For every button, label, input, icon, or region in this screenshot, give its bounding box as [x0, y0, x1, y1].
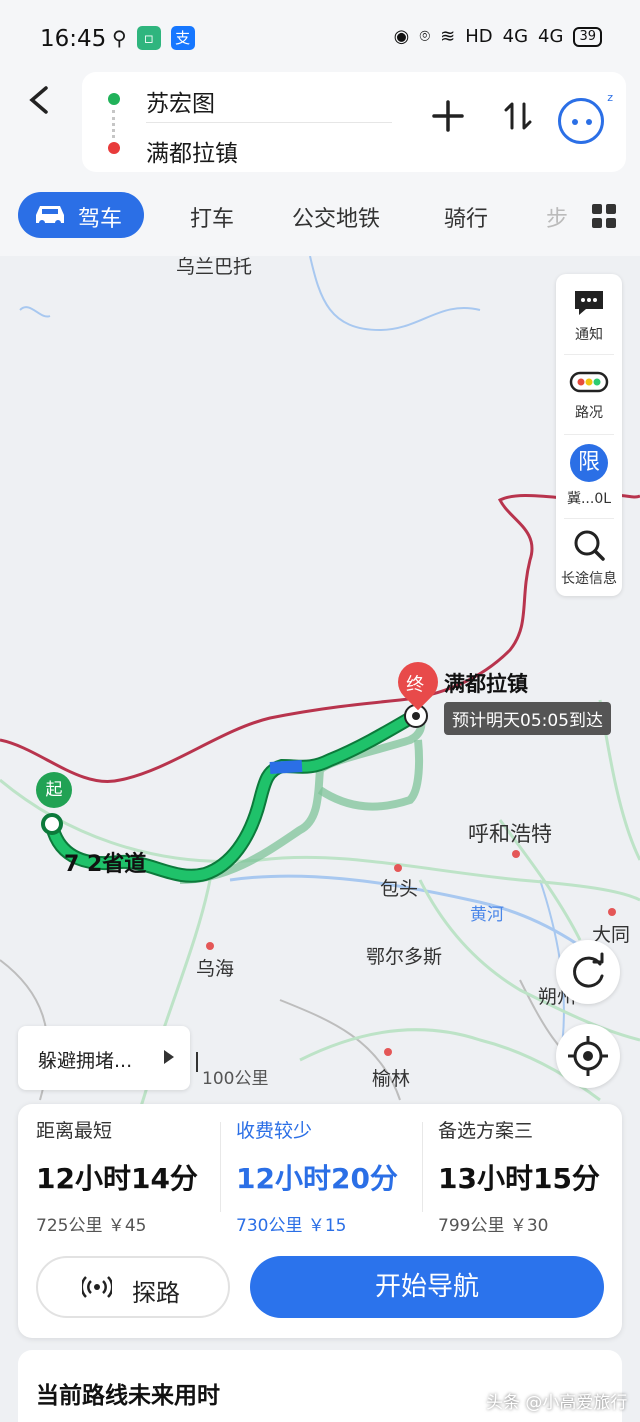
- signal-icon: 4G: [502, 26, 529, 47]
- network-type: HD: [465, 26, 493, 47]
- tab-drive-label: 驾车: [78, 207, 123, 232]
- restriction-icon: 限: [570, 444, 608, 482]
- city-label: 乌海: [196, 958, 235, 980]
- plan-meta: 725公里 ￥45: [36, 1216, 147, 1236]
- notice-label: 通知: [575, 327, 603, 343]
- notice-control[interactable]: 通知: [556, 288, 622, 344]
- add-waypoint-button[interactable]: [428, 98, 468, 142]
- long-trip-label: 长途信息: [561, 571, 617, 587]
- search-icon: ⚲: [112, 26, 127, 50]
- drop-icon: ◉: [393, 26, 410, 47]
- plus-icon: [432, 100, 464, 132]
- explore-route-button[interactable]: 探路: [36, 1256, 230, 1318]
- route-plans-sheet: 距离最短 12小时14分 725公里 ￥45 收费较少 12小时20分 730公…: [18, 1104, 622, 1338]
- plan-option-1[interactable]: 距离最短 12小时14分 725公里 ￥45: [36, 1116, 226, 1236]
- alipay-icon: 支: [170, 26, 195, 50]
- eta-tag: 预计明天05:05到达: [444, 702, 611, 735]
- origin-dot: [108, 93, 120, 105]
- plan-duration: 12小时20分: [236, 1162, 398, 1195]
- tab-cycling[interactable]: 骑行: [444, 201, 488, 233]
- route-header: 苏宏图 满都拉镇: [0, 70, 640, 180]
- restriction-label: 冀...0L: [566, 491, 612, 507]
- signal-icon-2: 4G: [538, 26, 564, 47]
- divider: [146, 122, 392, 123]
- map-side-controls: 通知 路况 限 冀...0L 长途信息: [556, 274, 622, 596]
- message-app-icon: ▫: [136, 26, 161, 50]
- status-bar: 16:45 ⚲ ▫ 支 ◉ ⌾ ≋ HD 4G 4G 39: [0, 0, 640, 78]
- future-time-title: 当前路线未来用时: [36, 1383, 220, 1409]
- plan-option-2[interactable]: 收费较少 12小时20分 730公里 ￥15: [236, 1116, 426, 1236]
- watermark: 头条 @小高爱旅行: [486, 1393, 628, 1413]
- radar-icon: [82, 1276, 112, 1298]
- swap-route-button[interactable]: [500, 100, 536, 140]
- chevron-left-icon: [29, 86, 48, 114]
- route-input-box: 苏宏图 满都拉镇: [82, 72, 626, 172]
- end-marker-label: 终: [406, 674, 425, 696]
- city-label: 榆林: [372, 1068, 411, 1090]
- battery-icon: 39: [573, 26, 602, 47]
- road-label: 7 2省道: [64, 852, 147, 877]
- plan-meta: 799公里 ￥30: [438, 1216, 549, 1236]
- refresh-icon: [573, 952, 604, 988]
- city-label: 呼和浩特: [468, 822, 552, 846]
- explore-label: 探路: [132, 1279, 180, 1307]
- destination-label: 满都拉镇: [444, 672, 528, 696]
- swap-icon: [504, 102, 532, 130]
- plan-duration: 12小时14分: [36, 1162, 198, 1195]
- tab-taxi[interactable]: 打车: [190, 201, 234, 233]
- search-icon: [574, 530, 605, 561]
- back-button[interactable]: [22, 82, 58, 118]
- start-marker: 起: [36, 772, 72, 808]
- city-label: 乌兰巴托: [176, 256, 253, 278]
- location-icon: ⌾: [419, 26, 431, 47]
- car-icon: [36, 206, 64, 226]
- tab-walk[interactable]: 步: [546, 201, 568, 233]
- avoid-congestion-chip[interactable]: 躲避拥堵...: [18, 1026, 190, 1090]
- tab-transit[interactable]: 公交地铁: [292, 201, 380, 233]
- plan-title: 距离最短: [36, 1120, 113, 1142]
- start-navigation-button[interactable]: 开始导航: [250, 1256, 604, 1318]
- destination-dot: [108, 142, 120, 154]
- traffic-control[interactable]: 路况: [556, 368, 622, 422]
- locate-button[interactable]: [556, 1024, 620, 1088]
- caret-right-icon: [164, 1050, 174, 1064]
- avoid-congestion-label: 躲避拥堵...: [38, 1050, 133, 1072]
- city-label: 鄂尔多斯: [366, 946, 443, 968]
- more-modes-icon[interactable]: [592, 204, 616, 228]
- destination-field[interactable]: 满都拉镇: [146, 134, 238, 168]
- route-connector: [112, 110, 116, 138]
- scale-bar: [196, 1052, 198, 1072]
- plan-title: 收费较少: [236, 1120, 313, 1142]
- traffic-label: 路况: [575, 405, 603, 421]
- wifi-icon: ≋: [440, 26, 456, 47]
- long-trip-control[interactable]: 长途信息: [556, 528, 622, 588]
- origin-field[interactable]: 苏宏图: [146, 84, 215, 118]
- restriction-control[interactable]: 限 冀...0L: [556, 444, 622, 508]
- clock: 16:45: [40, 26, 107, 52]
- travel-mode-tabs: 驾车 打车 公交地铁 骑行 步: [0, 180, 640, 256]
- plan-meta: 730公里 ￥15: [236, 1216, 347, 1236]
- refresh-button[interactable]: [556, 940, 620, 1004]
- plan-duration: 13小时15分: [438, 1162, 600, 1195]
- locate-icon: [568, 1036, 608, 1076]
- assistant-avatar[interactable]: [558, 91, 613, 144]
- plan-title: 备选方案三: [438, 1120, 534, 1142]
- river-label: 黄河: [470, 905, 504, 925]
- message-icon: [575, 291, 603, 315]
- city-label: 包头: [380, 878, 419, 900]
- scale-label: 100公里: [202, 1069, 269, 1089]
- tab-drive[interactable]: 驾车: [18, 192, 144, 238]
- plan-option-3[interactable]: 备选方案三 13小时15分 799公里 ￥30: [438, 1116, 628, 1236]
- traffic-light-icon: [569, 371, 609, 393]
